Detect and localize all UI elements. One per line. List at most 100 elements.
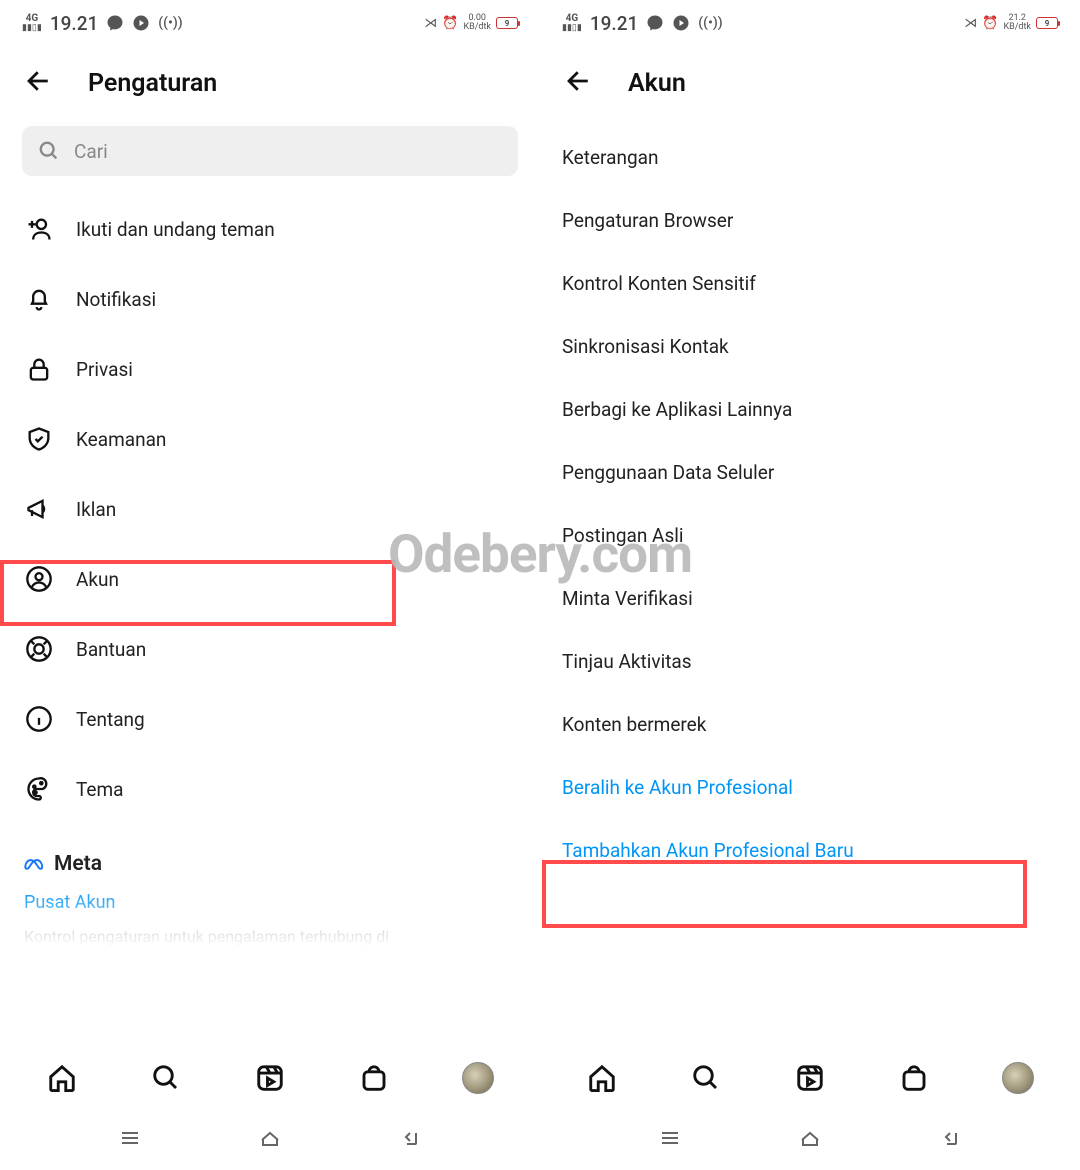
- data-unit: KB/dtk: [463, 23, 491, 32]
- menu-item-sensitive-content[interactable]: Kontrol Konten Sensitif: [540, 252, 1080, 315]
- search-placeholder: Cari: [74, 140, 108, 163]
- back-button[interactable]: [24, 66, 54, 100]
- meta-section: Meta Pusat Akun Kontrol pengaturan untuk…: [0, 842, 540, 948]
- nav-profile[interactable]: [461, 1061, 495, 1095]
- menu-item-notifications[interactable]: Notifikasi: [0, 264, 540, 334]
- menu-label: Keamanan: [76, 428, 166, 451]
- alarm-icon: ⏰: [442, 16, 458, 31]
- menu-item-cellular-data[interactable]: Penggunaan Data Seluler: [540, 441, 1080, 504]
- back-outline-icon: [936, 1126, 964, 1150]
- palette-icon: [24, 774, 54, 804]
- shop-icon: [899, 1063, 929, 1093]
- vibrate-icon: ((•)): [698, 15, 722, 31]
- home-icon: [587, 1063, 617, 1093]
- page-title: Akun: [628, 69, 686, 98]
- phone-right-account: 4G ▮▮▯▮ 19.21 ((•)) ⋊ ⏰ 21.2 KB/dtk 9 Ak…: [540, 0, 1080, 1170]
- lock-icon: [24, 354, 54, 384]
- reels-icon: [795, 1063, 825, 1093]
- menu-label: Keterangan: [562, 146, 658, 169]
- account-menu: Keterangan Pengaturan Browser Kontrol Ko…: [540, 126, 1080, 1046]
- menu-item-request-verification[interactable]: Minta Verifikasi: [540, 567, 1080, 630]
- menu-lines-icon: [116, 1126, 144, 1150]
- vibrate-icon: ((•)): [158, 15, 182, 31]
- menu-item-invite-friends[interactable]: Ikuti dan undang teman: [0, 194, 540, 264]
- sys-recent[interactable]: [656, 1126, 684, 1154]
- nav-search[interactable]: [149, 1061, 183, 1095]
- bluetooth-icon: ⋊: [964, 16, 977, 31]
- add-user-icon: [24, 214, 54, 244]
- info-icon: [24, 704, 54, 734]
- signal-icon: ▮▮▯▮: [562, 24, 582, 33]
- menu-label: Ikuti dan undang teman: [76, 218, 275, 241]
- bluetooth-icon: ⋊: [424, 16, 437, 31]
- nav-home[interactable]: [45, 1061, 79, 1095]
- user-circle-icon: [24, 564, 54, 594]
- sys-back[interactable]: [936, 1126, 964, 1154]
- clock: 19.21: [590, 12, 638, 35]
- menu-item-share-apps[interactable]: Berbagi ke Aplikasi Lainnya: [540, 378, 1080, 441]
- menu-label: Berbagi ke Aplikasi Lainnya: [562, 398, 792, 421]
- menu-item-security[interactable]: Keamanan: [0, 404, 540, 474]
- menu-label: Tinjau Aktivitas: [562, 650, 692, 673]
- phone-left-settings: 4G ▮▮▯▮ 19.21 ((•)) ⋊ ⏰ 0.00 KB/dtk 9 Pe…: [0, 0, 540, 1170]
- sys-home[interactable]: [796, 1126, 824, 1154]
- menu-label: Iklan: [76, 498, 116, 521]
- avatar-icon: [462, 1062, 494, 1094]
- megaphone-icon: [24, 494, 54, 524]
- menu-item-account[interactable]: Akun: [0, 544, 540, 614]
- battery-icon: 9: [1036, 17, 1058, 29]
- menu-label: Bantuan: [76, 638, 146, 661]
- menu-label: Beralih ke Akun Profesional: [562, 776, 793, 799]
- menu-item-contact-sync[interactable]: Sinkronisasi Kontak: [540, 315, 1080, 378]
- menu-label: Tema: [76, 778, 124, 801]
- bottom-nav: [540, 1046, 1080, 1110]
- menu-item-add-professional[interactable]: Tambahkan Akun Profesional Baru: [540, 819, 1080, 882]
- play-icon: [132, 14, 150, 32]
- system-nav: [540, 1110, 1080, 1170]
- menu-item-switch-professional[interactable]: Beralih ke Akun Profesional: [540, 756, 1080, 819]
- alarm-icon: ⏰: [982, 16, 998, 31]
- menu-label: Notifikasi: [76, 288, 156, 311]
- sys-back[interactable]: [396, 1126, 424, 1154]
- nav-reels[interactable]: [253, 1061, 287, 1095]
- menu-label: Pengaturan Browser: [562, 209, 733, 232]
- menu-item-review-activity[interactable]: Tinjau Aktivitas: [540, 630, 1080, 693]
- meta-infinity-icon: [24, 855, 50, 873]
- messenger-icon: [106, 14, 124, 32]
- menu-item-theme[interactable]: Tema: [0, 754, 540, 824]
- nav-search[interactable]: [689, 1061, 723, 1095]
- avatar-icon: [1002, 1062, 1034, 1094]
- menu-item-help[interactable]: Bantuan: [0, 614, 540, 684]
- network-indicator: 4G: [26, 14, 39, 24]
- meta-text: Meta: [54, 852, 102, 876]
- nav-shop[interactable]: [897, 1061, 931, 1095]
- menu-item-original-posts[interactable]: Postingan Asli: [540, 504, 1080, 567]
- menu-item-about[interactable]: Tentang: [0, 684, 540, 754]
- status-bar: 4G ▮▮▯▮ 19.21 ((•)) ⋊ ⏰ 0.00 KB/dtk 9: [0, 0, 540, 46]
- menu-label: Minta Verifikasi: [562, 587, 693, 610]
- network-indicator: 4G: [566, 14, 579, 24]
- menu-item-ads[interactable]: Iklan: [0, 474, 540, 544]
- header: Akun: [540, 46, 1080, 126]
- nav-home[interactable]: [585, 1061, 619, 1095]
- sys-home[interactable]: [256, 1126, 284, 1154]
- menu-label: Sinkronisasi Kontak: [562, 335, 729, 358]
- system-nav: [0, 1110, 540, 1170]
- sys-recent[interactable]: [116, 1126, 144, 1154]
- menu-item-branded-content[interactable]: Konten bermerek: [540, 693, 1080, 756]
- meta-logo: Meta: [24, 852, 516, 876]
- search-icon: [151, 1063, 181, 1093]
- menu-item-keterangan[interactable]: Keterangan: [540, 126, 1080, 189]
- home-icon: [47, 1063, 77, 1093]
- nav-profile[interactable]: [1001, 1061, 1035, 1095]
- nav-shop[interactable]: [357, 1061, 391, 1095]
- back-button[interactable]: [564, 66, 594, 100]
- search-input[interactable]: Cari: [22, 126, 518, 176]
- menu-item-privacy[interactable]: Privasi: [0, 334, 540, 404]
- reels-icon: [255, 1063, 285, 1093]
- menu-label: Tentang: [76, 708, 145, 731]
- menu-item-browser-settings[interactable]: Pengaturan Browser: [540, 189, 1080, 252]
- nav-reels[interactable]: [793, 1061, 827, 1095]
- back-arrow-icon: [564, 66, 594, 96]
- menu-label: Kontrol Konten Sensitif: [562, 272, 756, 295]
